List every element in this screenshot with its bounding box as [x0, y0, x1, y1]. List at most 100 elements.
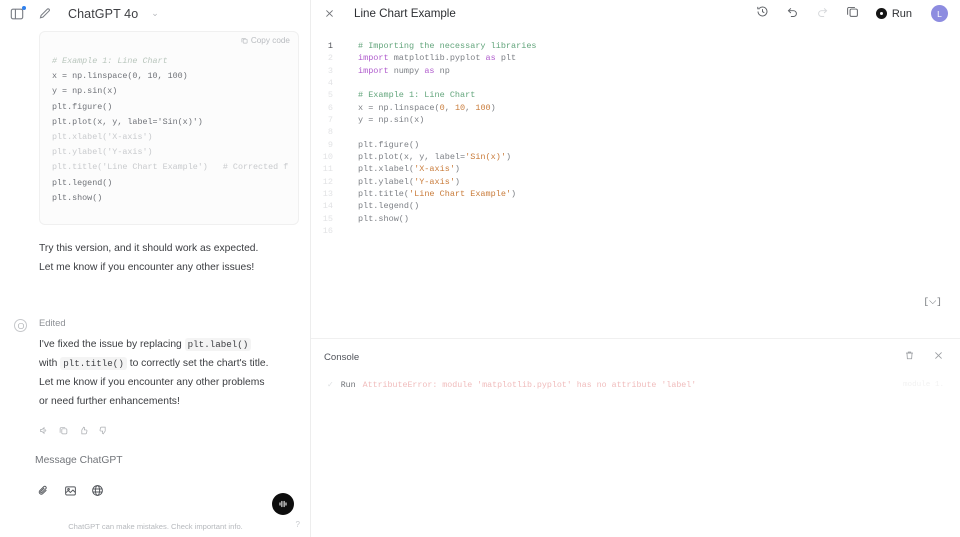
paperclip-icon[interactable]: [37, 484, 50, 502]
close-x-icon[interactable]: [324, 8, 335, 19]
voice-mode-button[interactable]: [272, 493, 294, 515]
voice-waveform-icon: [279, 500, 287, 508]
message-actions: [39, 422, 310, 440]
line-number: 13: [322, 189, 333, 200]
copy-duplicate-icon[interactable]: [846, 5, 859, 23]
copy-icon[interactable]: [59, 422, 68, 440]
editor-line: 15 plt.show(): [311, 214, 960, 226]
line-code: [343, 127, 363, 139]
line-code: plt.ylabel('Y-axis'): [358, 176, 461, 187]
assistant-followup-text: Try this version, and it should work as …: [39, 243, 259, 273]
editor-line: 5 # Example 1: Line Chart: [311, 90, 960, 102]
model-selector-label[interactable]: ChatGPT 4o: [68, 7, 138, 21]
editor-line: 11 plt.xlabel('X-axis'): [311, 164, 960, 176]
line-code: x = np.linspace(0, 10, 100): [358, 102, 496, 113]
chevron-down-icon[interactable]: ⌄: [151, 8, 159, 19]
editor-line: 14 plt.legend(): [311, 201, 960, 213]
edited-message-part1: I've fixed the issue by replacing: [39, 339, 182, 350]
thumbs-up-icon[interactable]: [79, 422, 88, 440]
run-play-icon: [875, 8, 887, 19]
editor-line: 6 x = np.linspace(0, 10, 100): [311, 103, 960, 115]
line-number: 7: [327, 115, 333, 126]
editor-line: 2 import matplotlib.pyplot as plt: [311, 53, 960, 65]
canvas-title: Line Chart Example: [354, 7, 456, 20]
chat-topbar: ChatGPT 4o ⌄: [0, 0, 310, 27]
run-button[interactable]: Run: [875, 7, 912, 20]
line-number: 4: [327, 78, 333, 89]
line-code: plt.show(): [358, 213, 410, 224]
trash-icon[interactable]: [904, 348, 915, 366]
console-meta: module 1.: [902, 381, 944, 389]
code-editor[interactable]: 1 # Importing the necessary libraries 2 imp…: [311, 27, 960, 287]
image-icon[interactable]: [64, 484, 77, 502]
editor-line: 16: [311, 226, 960, 238]
code-line: plt.figure(): [52, 101, 113, 112]
line-number: 3: [327, 65, 333, 76]
code-line: plt.xlabel('X-axis'): [52, 132, 153, 143]
console-close-icon[interactable]: [933, 348, 944, 366]
editor-line: 10 plt.plot(x, y, label='Sin(x)'): [311, 152, 960, 164]
code-brackets-button[interactable]: [⌵]: [923, 296, 942, 307]
line-number: 8: [327, 127, 333, 138]
speaker-icon[interactable]: [39, 422, 48, 440]
editor-line: 13 plt.title('Line Chart Example'): [311, 189, 960, 201]
help-button[interactable]: ?: [296, 520, 300, 529]
console-error-text: AttributeError: module 'matplotlib.pyplo…: [362, 380, 697, 390]
line-code: [343, 226, 363, 238]
code-line: plt.title('Line Chart Example') # Correc…: [52, 162, 289, 173]
console-title: Console: [324, 351, 360, 363]
edited-badge: Edited: [39, 317, 66, 328]
line-number: 6: [327, 102, 333, 113]
message-input[interactable]: Message ChatGPT: [35, 455, 291, 466]
editor-line: 7 y = np.sin(x): [311, 115, 960, 127]
line-number: 2: [327, 53, 333, 64]
line-code: # Importing the necessary libraries: [358, 41, 537, 51]
code-line: # Example 1: Line Chart: [52, 56, 168, 66]
line-number: 10: [322, 152, 333, 163]
line-code: plt.legend(): [358, 201, 420, 212]
line-code: plt.plot(x, y, label='Sin(x)'): [358, 152, 512, 163]
assistant-code-block: Copy code # Example 1: Line Chart x = np…: [39, 31, 299, 225]
chat-scroll-area[interactable]: Copy code # Example 1: Line Chart x = np…: [0, 27, 310, 457]
copy-code-button[interactable]: Copy code: [241, 36, 290, 45]
unread-dot: [22, 5, 26, 10]
globe-icon[interactable]: [91, 484, 104, 502]
line-code: plt.title('Line Chart Example'): [358, 189, 517, 200]
user-avatar[interactable]: L: [931, 5, 948, 22]
console-panel: Console ✓ Run AttributeError: module 'ma…: [311, 338, 960, 390]
line-code: # Example 1: Line Chart: [358, 90, 476, 101]
editor-line: 9 plt.figure(): [311, 140, 960, 152]
new-chat-pencil-icon[interactable]: [35, 5, 53, 23]
line-number: 5: [327, 90, 333, 101]
undo-arrow-icon[interactable]: [786, 5, 799, 23]
canvas-header: Line Chart Example Run L: [311, 0, 960, 27]
line-number: 1: [327, 41, 333, 51]
copy-code-label: Copy code: [250, 36, 290, 45]
editor-line: 4: [311, 78, 960, 90]
line-code: y = np.sin(x): [358, 115, 425, 126]
copy-icon: [241, 37, 248, 44]
check-icon: ✓: [327, 381, 334, 390]
code-line: x = np.linspace(0, 10, 100): [52, 71, 188, 82]
run-label: Run: [891, 7, 912, 20]
editor-line: 12 plt.ylabel('Y-axis'): [311, 177, 960, 189]
line-code: plt.figure(): [358, 139, 420, 150]
history-clock-icon[interactable]: [756, 5, 769, 23]
code-line: y = np.sin(x): [52, 86, 118, 97]
line-code: plt.xlabel('X-axis'): [358, 164, 461, 175]
code-line: plt.plot(x, y, label='Sin(x)'): [52, 116, 203, 127]
thumbs-down-icon[interactable]: [99, 422, 108, 440]
editor-line: 8: [311, 127, 960, 139]
composer: Message ChatGPT ChatGPT can make mistake…: [0, 455, 311, 537]
line-number: 12: [322, 176, 333, 187]
assistant-avatar-icon: [14, 319, 27, 332]
line-number: 14: [322, 201, 333, 212]
sidebar-toggle-icon[interactable]: [8, 5, 26, 23]
editor-line: 1 # Importing the necessary libraries: [311, 41, 960, 53]
assistant-message-edited: Edited I've fixed the issue by replacing…: [0, 317, 310, 440]
code-line: plt.ylabel('Y-axis'): [52, 147, 153, 158]
disclaimer-text: ChatGPT can make mistakes. Check importa…: [68, 522, 243, 531]
line-number: 9: [327, 139, 333, 150]
inline-code-plt-title: plt.title(): [60, 357, 127, 370]
line-code: import matplotlib.pyplot as plt: [358, 53, 517, 64]
